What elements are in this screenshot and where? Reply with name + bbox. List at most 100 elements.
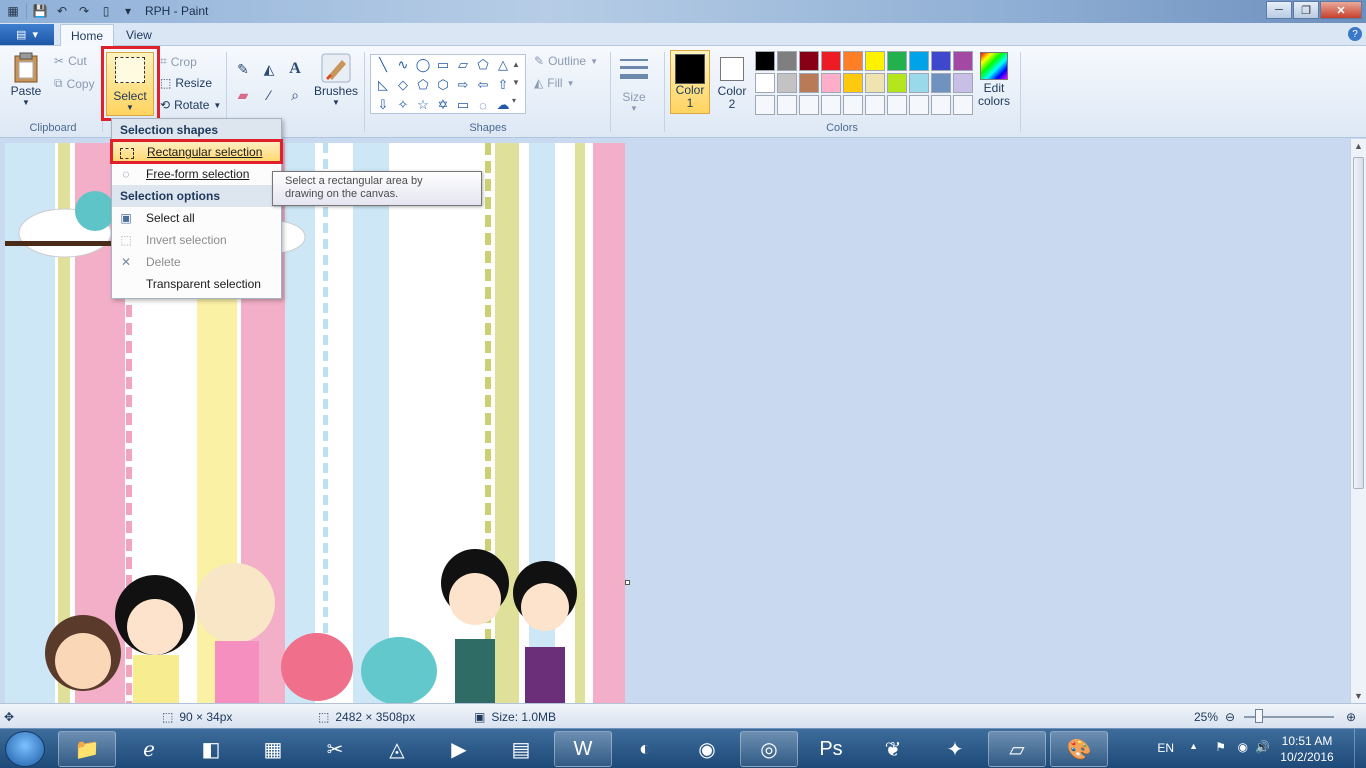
color-swatch[interactable] <box>799 51 819 71</box>
color-swatch[interactable] <box>799 73 819 93</box>
line-shape-icon[interactable]: ╲ <box>373 55 393 75</box>
start-button[interactable] <box>5 731 45 767</box>
empty-color-swatch[interactable] <box>865 95 885 115</box>
empty-color-swatch[interactable] <box>887 95 907 115</box>
action-center-icon[interactable]: ⚑ <box>1215 740 1226 754</box>
edit-colors-button[interactable]: Edit colors <box>974 52 1014 108</box>
tab-view[interactable]: View <box>116 24 162 46</box>
help-icon[interactable]: ? <box>1348 27 1362 41</box>
eraser-icon[interactable]: ▰ <box>232 84 254 106</box>
oval-shape-icon[interactable]: ◯ <box>413 55 433 75</box>
color1-button[interactable]: Color 1 <box>670 50 710 114</box>
tray-expand-icon[interactable]: ▲ <box>1189 741 1198 751</box>
paste-button[interactable]: Paste ▼ <box>10 52 42 107</box>
drawing-canvas[interactable] <box>5 143 625 703</box>
calculator-icon[interactable]: ▦ <box>244 731 302 767</box>
color-swatch[interactable] <box>953 73 973 93</box>
empty-color-swatch[interactable] <box>843 95 863 115</box>
color-swatch[interactable] <box>843 73 863 93</box>
internet-explorer-icon[interactable]: ℯ <box>120 731 178 767</box>
volume-icon[interactable]: 🔊 <box>1255 740 1270 754</box>
five-point-star-icon[interactable]: ☆ <box>413 95 433 115</box>
hexagon-shape-icon[interactable]: ⬡ <box>433 75 453 95</box>
language-indicator[interactable]: EN <box>1157 741 1174 755</box>
crop-button[interactable]: ⌗ Crop <box>160 54 197 69</box>
color-swatch[interactable] <box>953 51 973 71</box>
save-icon[interactable]: 💾 <box>31 2 49 20</box>
new-file-icon[interactable]: ▯ <box>97 2 115 20</box>
four-point-star-icon[interactable]: ✧ <box>393 95 413 115</box>
clock-time[interactable]: 10:51 AM <box>1272 734 1342 748</box>
empty-color-swatch[interactable] <box>755 95 775 115</box>
color-swatch[interactable] <box>755 73 775 93</box>
rectangle-shape-icon[interactable]: ▭ <box>433 55 453 75</box>
menu-item-free-form-selection[interactable]: ◌ Free-form selection <box>112 163 281 185</box>
undo-icon[interactable]: ↶ <box>53 2 71 20</box>
empty-color-swatch[interactable] <box>777 95 797 115</box>
color-swatch[interactable] <box>755 51 775 71</box>
firefox-icon[interactable]: ◉ <box>678 731 736 767</box>
scroll-up-icon[interactable]: ▲ <box>1354 141 1363 151</box>
color-swatch[interactable] <box>821 73 841 93</box>
empty-color-swatch[interactable] <box>821 95 841 115</box>
text-icon[interactable]: A <box>284 58 306 80</box>
color-swatch[interactable] <box>931 51 951 71</box>
chrome-icon[interactable]: ◎ <box>740 731 798 767</box>
empty-color-swatch[interactable] <box>931 95 951 115</box>
scrollbar-thumb[interactable] <box>1353 157 1364 489</box>
show-desktop-button[interactable] <box>1354 729 1366 768</box>
diamond-shape-icon[interactable]: ◇ <box>393 75 413 95</box>
menu-item-transparent-selection[interactable]: Transparent selection <box>112 273 281 295</box>
polygon-shape-icon[interactable]: ⬠ <box>473 55 493 75</box>
fill-bucket-icon[interactable]: ◭ <box>258 58 280 80</box>
network-icon[interactable]: ◉ <box>1238 740 1248 754</box>
color-swatch[interactable] <box>821 51 841 71</box>
paint-app-icon[interactable]: ▦ <box>4 2 22 20</box>
up-arrow-shape-icon[interactable]: ⇧ <box>493 75 513 95</box>
zoom-slider-thumb[interactable] <box>1255 709 1263 723</box>
photoshop-icon[interactable]: Ps <box>802 731 860 767</box>
clock-date[interactable]: 10/2/2016 <box>1272 750 1342 764</box>
empty-color-swatch[interactable] <box>799 95 819 115</box>
left-arrow-shape-icon[interactable]: ⇦ <box>473 75 493 95</box>
customize-qat-icon[interactable]: ▾ <box>119 2 137 20</box>
shapes-gallery[interactable]: ╲ ∿ ◯ ▭ ▱ ⬠ △ ◺ ◇ ⬠ ⬡ ⇨ ⇦ ⇧ ⇩ ✧ ☆ ✡ ▭ ◌ … <box>370 54 526 114</box>
scroll-down-icon[interactable]: ▼ <box>1354 691 1363 701</box>
brushes-button[interactable]: Brushes ▼ <box>314 52 358 107</box>
maximize-button[interactable]: ❐ <box>1293 1 1319 19</box>
color-picker-icon[interactable]: ⁄ <box>258 84 280 106</box>
six-point-star-icon[interactable]: ✡ <box>433 95 453 115</box>
pentagon-shape-icon[interactable]: ⬠ <box>413 75 433 95</box>
color-swatch[interactable] <box>931 73 951 93</box>
callout-oval-icon[interactable]: ◌ <box>473 95 493 115</box>
pencil-icon[interactable]: ✎ <box>232 58 254 80</box>
fill-button[interactable]: ◭ Fill ▼ <box>534 76 574 90</box>
callout-cloud-icon[interactable]: ☁ <box>493 95 513 115</box>
color-swatch[interactable] <box>865 51 885 71</box>
explorer-icon[interactable]: 📁 <box>58 731 116 767</box>
color-swatch[interactable] <box>865 73 885 93</box>
color-swatch[interactable] <box>843 51 863 71</box>
curve-shape-icon[interactable]: ∿ <box>393 55 413 75</box>
right-arrow-shape-icon[interactable]: ⇨ <box>453 75 473 95</box>
canvas-resize-handle[interactable] <box>625 580 630 585</box>
triangle-shape-icon[interactable]: △ <box>493 55 513 75</box>
down-arrow-shape-icon[interactable]: ⇩ <box>373 95 393 115</box>
snipping-tool-icon[interactable]: ✂ <box>306 731 364 767</box>
app-icon[interactable]: ✦ <box>926 731 984 767</box>
menu-item-invert-selection[interactable]: ⬚ Invert selection <box>112 229 281 251</box>
vertical-scrollbar[interactable]: ▲ ▼ <box>1350 139 1366 703</box>
app-icon[interactable]: ◧ <box>182 731 240 767</box>
color2-button[interactable]: Color 2 <box>714 50 750 114</box>
media-player-icon[interactable]: ▶ <box>430 731 488 767</box>
size-button[interactable]: Size ▼ <box>618 54 650 113</box>
shapes-scroll[interactable]: ▲ ▼ ▾ <box>512 56 520 110</box>
paint-taskbar-icon[interactable]: 🎨 <box>1050 731 1108 767</box>
color-swatch[interactable] <box>887 73 907 93</box>
outline-button[interactable]: ✎ Outline ▼ <box>534 54 598 68</box>
close-button[interactable]: ✕ <box>1320 1 1362 19</box>
resize-button[interactable]: ⬚ Resize <box>160 76 212 90</box>
color-swatch[interactable] <box>777 73 797 93</box>
color-swatch[interactable] <box>909 51 929 71</box>
sticky-notes-icon[interactable]: ▱ <box>988 731 1046 767</box>
